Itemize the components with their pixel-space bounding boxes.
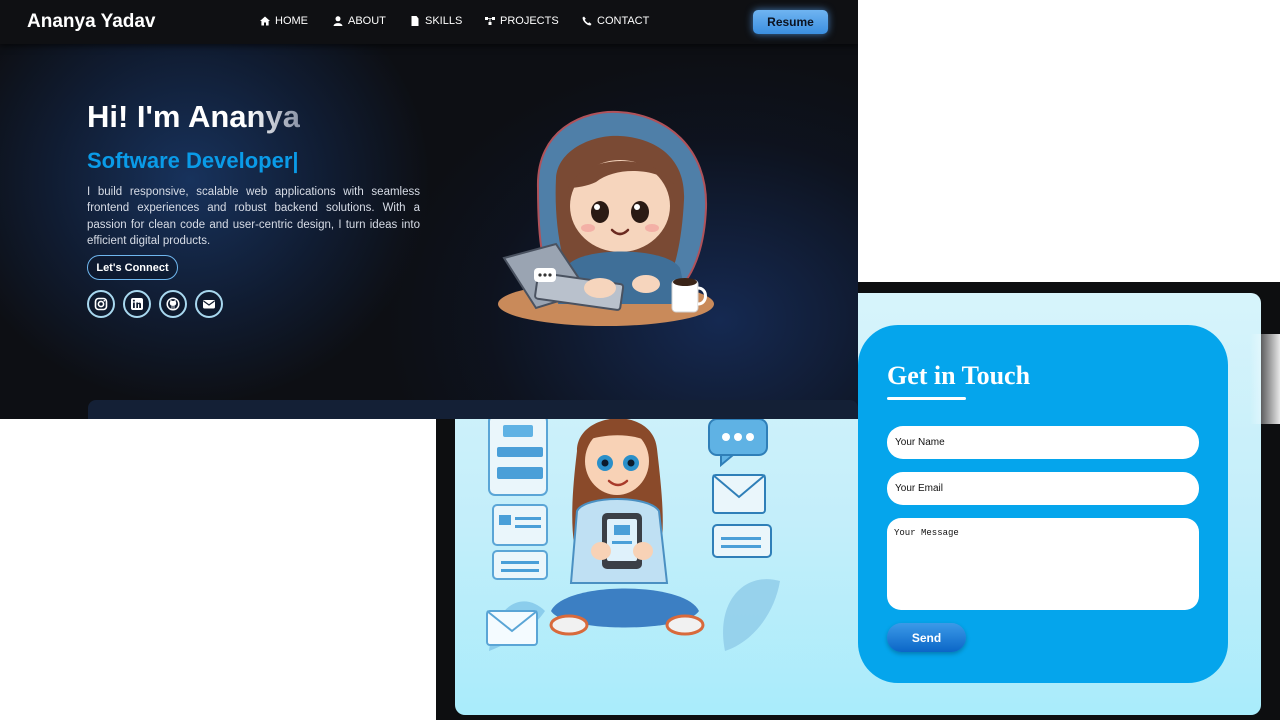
nav-item-contact[interactable]: CONTACT — [582, 15, 649, 27]
github-icon — [166, 297, 180, 311]
hero-window: Ananya Yadav HOME ABOUT SKILLS PROJECTS … — [0, 0, 858, 419]
hero-role: Software Developer| — [87, 148, 299, 173]
projects-icon — [485, 17, 495, 25]
greeting-text: Hi! I'm Ana — [87, 99, 247, 134]
title-underline — [887, 397, 966, 400]
instagram-icon — [94, 297, 108, 311]
hero-bio: I build responsive, scalable web applica… — [87, 186, 420, 247]
nav-item-skills[interactable]: SKILLS — [410, 15, 462, 27]
nav-label: SKILLS — [425, 15, 463, 27]
resume-button[interactable]: Resume — [753, 10, 828, 34]
hero-avatar-illustration — [498, 110, 714, 326]
email-input[interactable] — [887, 472, 1199, 505]
lets-connect-button[interactable]: Let's Connect — [87, 255, 178, 280]
github-link[interactable] — [159, 290, 187, 318]
screenshot-stage: Get in Touch Send Ananya Yadav HOME ABOU… — [0, 0, 1280, 720]
nav-item-projects[interactable]: PROJECTS — [485, 15, 559, 27]
nav-label: ABOUT — [348, 15, 386, 27]
send-button[interactable]: Send — [887, 623, 966, 652]
name-input[interactable] — [887, 426, 1199, 459]
nav-label: HOME — [275, 15, 308, 27]
linkedin-icon — [131, 298, 143, 310]
navbar: Ananya Yadav HOME ABOUT SKILLS PROJECTS … — [0, 0, 858, 44]
contact-form-card: Get in Touch Send — [858, 325, 1228, 683]
linkedin-link[interactable] — [123, 290, 151, 318]
nav-item-about[interactable]: ABOUT — [333, 15, 386, 27]
nav-label: CONTACT — [597, 15, 650, 27]
user-icon — [333, 16, 343, 26]
brand-name[interactable]: Ananya Yadav — [27, 11, 156, 33]
hero-bottom-strip — [88, 400, 858, 419]
instagram-link[interactable] — [87, 290, 115, 318]
email-link[interactable] — [195, 290, 223, 318]
contact-illustration — [486, 414, 780, 651]
nav-item-home[interactable]: HOME — [260, 15, 308, 27]
hero-greeting: Hi! I'm Ananya — [87, 99, 300, 135]
greeting-faded-text: nya — [246, 99, 300, 134]
document-icon — [411, 16, 419, 26]
email-icon — [203, 300, 215, 309]
nav-label: PROJECTS — [500, 15, 559, 27]
home-icon — [260, 16, 270, 26]
contact-title: Get in Touch — [887, 361, 1031, 390]
message-textarea[interactable] — [887, 518, 1199, 610]
phone-icon — [582, 16, 592, 26]
